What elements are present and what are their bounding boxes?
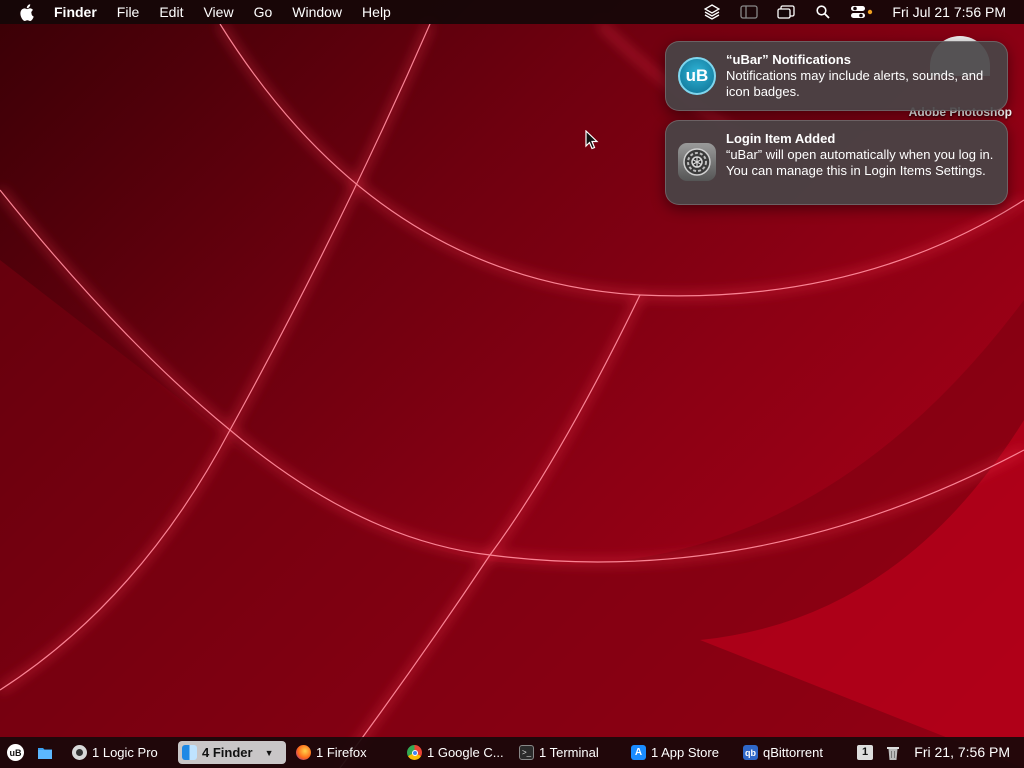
ubar-menu-button[interactable]: uB — [7, 741, 24, 764]
apple-logo-icon[interactable] — [16, 0, 36, 24]
task-firefox[interactable]: 1 Firefox — [292, 741, 392, 764]
sidebar-icon[interactable] — [740, 4, 759, 20]
notification-title: “uBar” Notifications — [726, 52, 851, 67]
menu-edit[interactable]: Edit — [159, 0, 183, 24]
task-app-store[interactable]: A 1 App Store — [627, 741, 731, 764]
search-icon[interactable] — [814, 4, 832, 20]
terminal-icon: >_ — [519, 745, 534, 760]
system-settings-icon — [678, 143, 716, 181]
task-logic-pro[interactable]: 1 Logic Pro — [68, 741, 168, 764]
task-label: 1 Terminal — [539, 745, 599, 760]
desktop-folder-icon[interactable] — [37, 741, 53, 764]
layers-icon[interactable] — [703, 4, 721, 20]
menu-app-name[interactable]: Finder — [54, 0, 97, 24]
trash-icon[interactable] — [886, 741, 900, 764]
task-qbittorrent[interactable]: qb qBittorrent — [739, 741, 843, 764]
notification-count-badge[interactable]: 1 — [857, 745, 873, 760]
task-label: 1 App Store — [651, 745, 719, 760]
menu-window[interactable]: Window — [292, 0, 342, 24]
task-finder[interactable]: 4 Finder ▼ — [178, 741, 286, 764]
task-label: 1 Firefox — [316, 745, 367, 760]
task-label: 1 Logic Pro — [92, 745, 158, 760]
ubar-logo-icon: uB — [7, 744, 24, 761]
ubar-icon: uB — [678, 57, 716, 95]
chevron-down-icon[interactable]: ▼ — [265, 748, 274, 758]
ubar-icon-text: uB — [685, 66, 709, 85]
notification-body: Notifications may include alerts, sounds… — [726, 68, 984, 99]
menu-file[interactable]: File — [117, 0, 140, 24]
menu-go[interactable]: Go — [254, 0, 273, 24]
qbittorrent-icon: qb — [743, 745, 758, 760]
app-store-icon: A — [631, 745, 646, 760]
chrome-icon — [407, 745, 422, 760]
menu-view[interactable]: View — [203, 0, 233, 24]
finder-icon — [182, 745, 197, 760]
menu-bar: Finder File Edit View Go Window Help Fri… — [0, 0, 1024, 24]
firefox-icon — [296, 745, 311, 760]
desktop-wallpaper — [0, 0, 1024, 768]
task-terminal[interactable]: >_ 1 Terminal — [515, 741, 619, 764]
ubar-taskbar: uB 1 Logic Pro 4 Finder ▼ 1 Firefox 1 Go… — [0, 737, 1024, 768]
control-center-icon[interactable] — [851, 4, 873, 20]
screen-mirroring-icon[interactable] — [777, 4, 796, 20]
task-label: 4 Finder — [202, 745, 253, 760]
menubar-clock[interactable]: Fri Jul 21 7:56 PM — [892, 4, 1006, 20]
task-label: 1 Google C... — [427, 745, 504, 760]
task-google-chrome[interactable]: 1 Google C... — [403, 741, 505, 764]
taskbar-clock[interactable]: Fri 21, 7:56 PM — [914, 741, 1010, 764]
notification-title: Login Item Added — [726, 131, 836, 146]
menu-help[interactable]: Help — [362, 0, 391, 24]
ubar-notifications-banner[interactable]: uB “uBar” Notifications Notifications ma… — [665, 41, 1008, 111]
mouse-cursor-icon — [585, 129, 599, 155]
logic-pro-icon — [72, 745, 87, 760]
task-label: qBittorrent — [763, 745, 823, 760]
notification-body: “uBar” will open automatically when you … — [726, 147, 994, 178]
login-item-added-banner[interactable]: Login Item Added “uBar” will open automa… — [665, 120, 1008, 205]
